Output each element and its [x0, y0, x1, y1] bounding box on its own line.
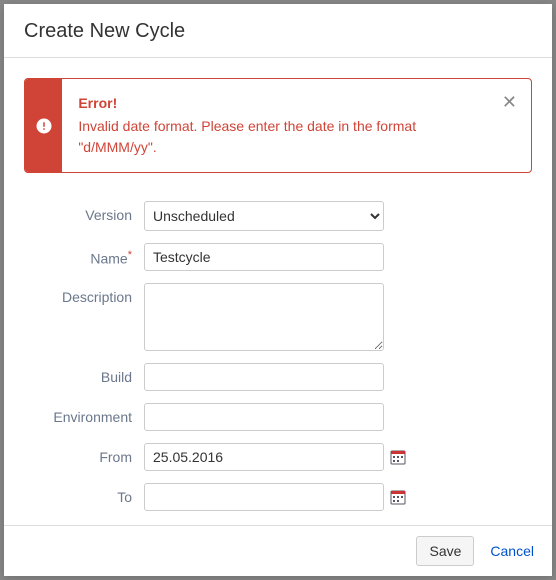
to-label: To	[24, 483, 144, 505]
error-message: Invalid date format. Please enter the da…	[78, 118, 416, 155]
to-date-input[interactable]	[144, 483, 384, 511]
save-button[interactable]: Save	[416, 536, 474, 566]
modal-header: Create New Cycle	[4, 4, 552, 58]
create-cycle-modal: Create New Cycle Error! Invalid date for…	[4, 4, 552, 576]
version-select[interactable]: Unscheduled	[144, 201, 384, 231]
from-label: From	[24, 443, 144, 465]
cancel-button[interactable]: Cancel	[486, 537, 538, 565]
build-input[interactable]	[144, 363, 384, 391]
error-title: Error!	[78, 93, 491, 114]
calendar-icon[interactable]	[390, 489, 406, 505]
modal-body: Error! Invalid date format. Please enter…	[4, 58, 552, 525]
close-icon[interactable]: ✕	[498, 89, 521, 115]
environment-label: Environment	[24, 403, 144, 425]
description-textarea[interactable]	[144, 283, 384, 351]
modal-title: Create New Cycle	[24, 20, 532, 43]
error-content: Error! Invalid date format. Please enter…	[62, 79, 531, 172]
error-icon	[25, 79, 62, 172]
calendar-icon[interactable]	[390, 449, 406, 465]
modal-footer: Save Cancel	[4, 525, 552, 576]
name-label: Name*	[24, 243, 144, 267]
error-alert: Error! Invalid date format. Please enter…	[24, 78, 532, 173]
description-label: Description	[24, 283, 144, 305]
name-input[interactable]	[144, 243, 384, 271]
build-label: Build	[24, 363, 144, 385]
environment-input[interactable]	[144, 403, 384, 431]
from-date-input[interactable]	[144, 443, 384, 471]
version-label: Version	[24, 201, 144, 223]
